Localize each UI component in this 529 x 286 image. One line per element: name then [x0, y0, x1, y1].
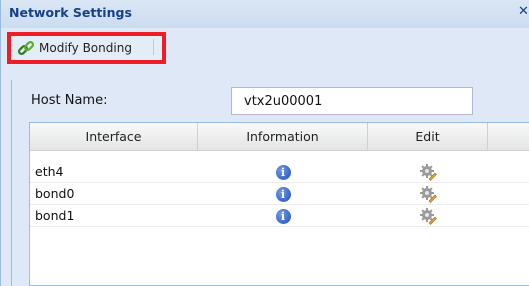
modify-bonding-button[interactable]: Modify Bonding — [7, 32, 166, 64]
gear-edit-icon[interactable] — [419, 185, 437, 203]
table-row[interactable]: bond0 i — [30, 183, 529, 205]
table-row[interactable]: bond1 i — [30, 205, 529, 227]
information-cell: i — [198, 161, 368, 183]
grid-rows: eth4 i bond0 i bond1 i — [30, 161, 529, 227]
toolbar: Modify Bonding — [1, 30, 529, 66]
interface-cell: bond1 — [35, 208, 75, 223]
window-titlebar: Network Settings ✕ — [1, 0, 529, 28]
info-icon[interactable]: i — [275, 186, 291, 202]
column-header-filler — [488, 123, 529, 151]
interface-cell: eth4 — [35, 164, 64, 179]
information-cell: i — [198, 183, 368, 205]
column-header-edit[interactable]: Edit — [368, 123, 488, 151]
toolbar-separator — [153, 39, 154, 55]
host-name-label: Host Name: — [31, 93, 108, 108]
column-header-interface[interactable]: Interface — [30, 123, 198, 151]
gear-edit-icon[interactable] — [419, 163, 437, 181]
network-settings-window: Network Settings ✕ Modify Bonding Host N… — [0, 0, 529, 286]
column-header-information[interactable]: Information — [198, 123, 368, 151]
host-name-input[interactable] — [231, 87, 473, 115]
information-cell: i — [198, 205, 368, 227]
modify-bonding-label: Modify Bonding — [39, 41, 132, 55]
interfaces-grid: Interface Information Edit eth4 i bond0 … — [29, 122, 529, 286]
edit-cell — [368, 183, 488, 205]
window-title: Network Settings — [9, 5, 132, 20]
gear-edit-icon[interactable] — [419, 207, 437, 225]
edit-cell — [368, 161, 488, 183]
table-row[interactable]: eth4 i — [30, 161, 529, 183]
info-icon[interactable]: i — [275, 208, 291, 224]
info-icon[interactable]: i — [275, 164, 291, 180]
interface-cell: bond0 — [35, 186, 75, 201]
edit-cell — [368, 205, 488, 227]
grid-header: Interface Information Edit — [30, 123, 529, 151]
close-icon[interactable]: ✕ — [518, 4, 529, 20]
link-icon — [17, 40, 35, 56]
